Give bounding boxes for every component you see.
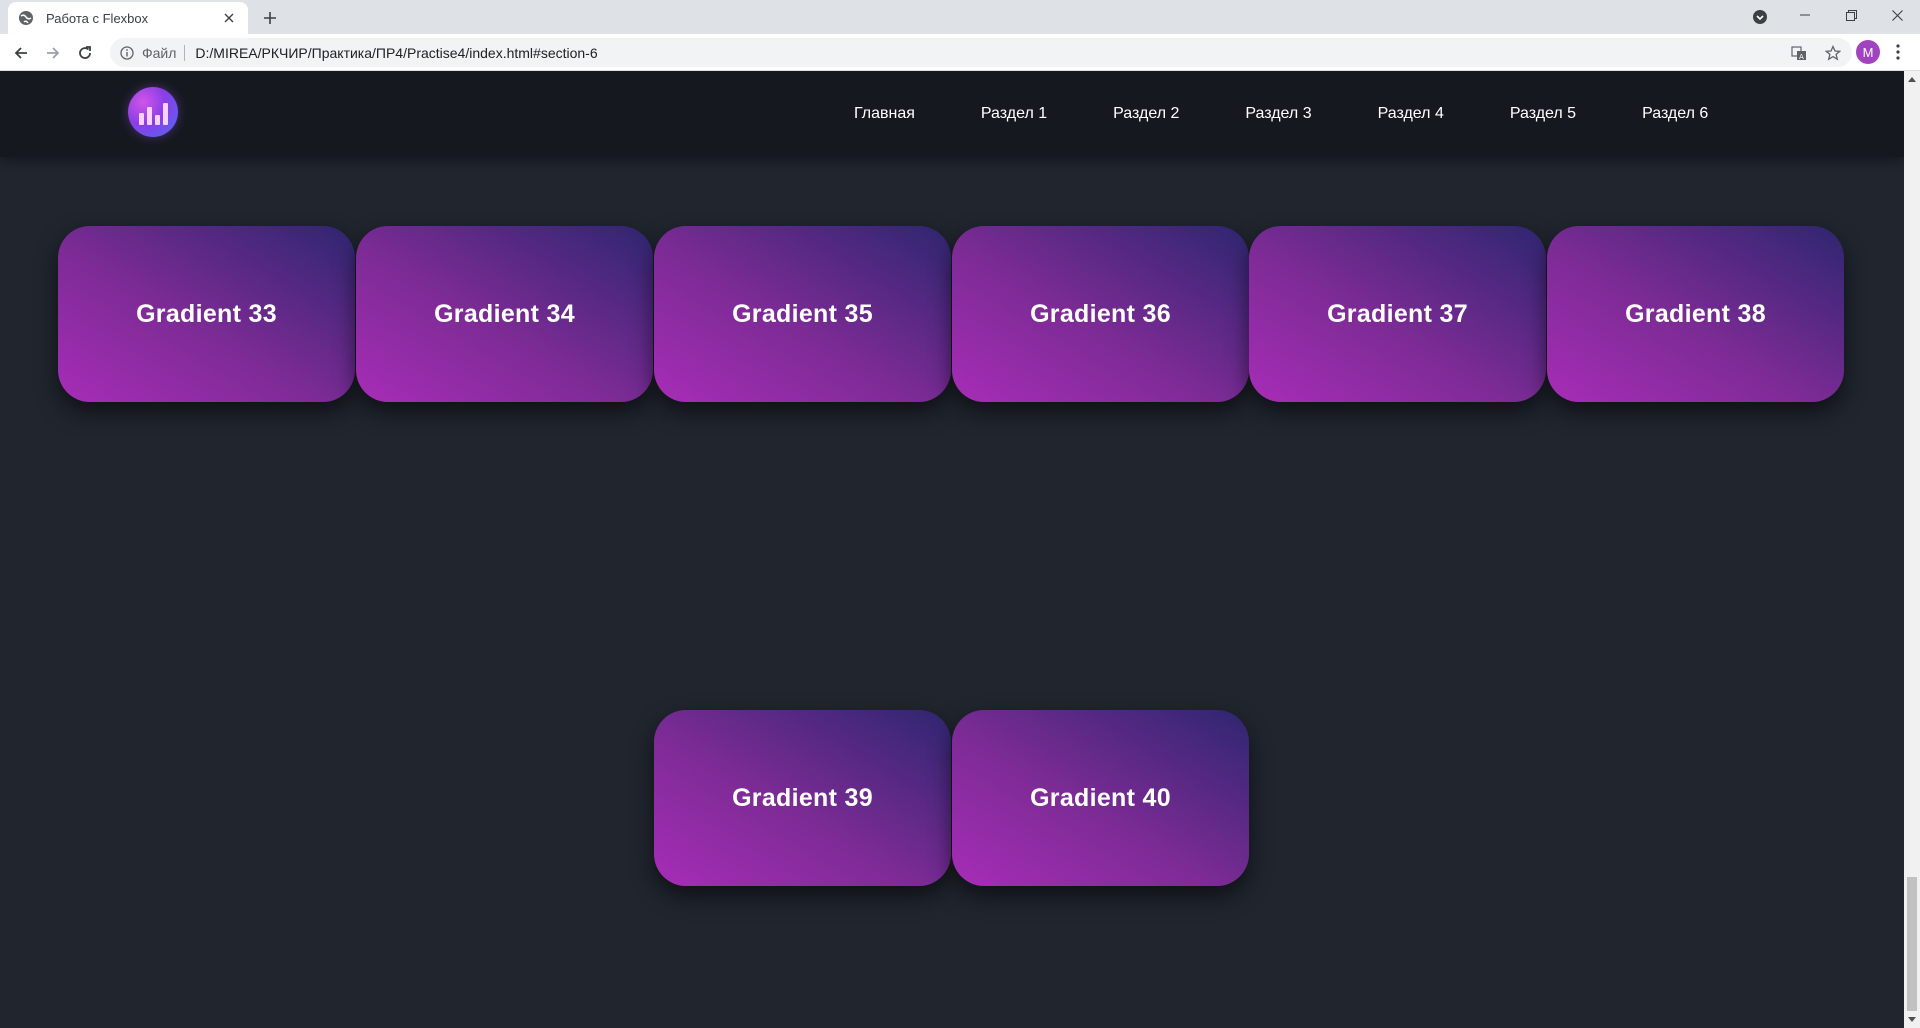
nav-link-section-5[interactable]: Раздел 5 bbox=[1510, 105, 1576, 123]
logo-bar bbox=[154, 115, 160, 125]
browser-tab[interactable]: Работа с Flexbox bbox=[8, 2, 248, 34]
forward-arrow-icon[interactable] bbox=[40, 40, 66, 66]
browser-toolbar: Файл D:/MIREA/РКЧИР/Практика/ПР4/Practis… bbox=[0, 34, 1920, 71]
address-bar[interactable]: Файл D:/MIREA/РКЧИР/Практика/ПР4/Practis… bbox=[110, 38, 1852, 67]
gradient-card: Gradient 38 bbox=[1547, 226, 1844, 402]
bookmark-star-icon[interactable] bbox=[1822, 42, 1844, 64]
logo-bar bbox=[146, 107, 152, 125]
nav-link-section-6[interactable]: Раздел 6 bbox=[1642, 105, 1708, 123]
minimize-icon[interactable] bbox=[1782, 0, 1828, 30]
main-nav: Главная Раздел 1 Раздел 2 Раздел 3 Разде… bbox=[854, 71, 1708, 157]
globe-icon bbox=[18, 10, 34, 26]
translate-icon[interactable]: A bbox=[1788, 42, 1810, 64]
nav-link-section-4[interactable]: Раздел 4 bbox=[1378, 105, 1444, 123]
tab-strip: Работа с Flexbox bbox=[0, 0, 1920, 34]
page-scrollbar[interactable] bbox=[1904, 71, 1920, 1028]
scrollbar-thumb[interactable] bbox=[1907, 877, 1917, 1011]
profile-avatar[interactable]: M bbox=[1856, 40, 1880, 64]
page-viewport: Главная Раздел 1 Раздел 2 Раздел 3 Разде… bbox=[0, 71, 1904, 1028]
gradient-card: Gradient 35 bbox=[654, 226, 951, 402]
scheme-label: Файл bbox=[142, 44, 186, 61]
logo-bar bbox=[138, 113, 144, 125]
site-logo[interactable] bbox=[128, 87, 178, 137]
close-window-icon[interactable] bbox=[1874, 0, 1920, 30]
nav-link-section-2[interactable]: Раздел 2 bbox=[1113, 105, 1179, 123]
gradient-card: Gradient 33 bbox=[58, 226, 355, 402]
tab-title: Работа с Flexbox bbox=[46, 10, 149, 26]
gradient-card: Gradient 37 bbox=[1249, 226, 1546, 402]
reload-icon[interactable] bbox=[72, 40, 98, 66]
url-text[interactable]: D:/MIREA/РКЧИР/Практика/ПР4/Practise4/in… bbox=[195, 45, 597, 61]
close-tab-icon[interactable] bbox=[220, 9, 238, 27]
tab-search-icon[interactable] bbox=[1750, 7, 1770, 27]
gradient-card: Gradient 34 bbox=[356, 226, 653, 402]
new-tab-button[interactable] bbox=[258, 6, 282, 30]
restore-icon[interactable] bbox=[1828, 0, 1874, 30]
nav-link-section-1[interactable]: Раздел 1 bbox=[981, 105, 1047, 123]
gradient-card: Gradient 36 bbox=[952, 226, 1249, 402]
nav-link-home[interactable]: Главная bbox=[854, 105, 915, 123]
more-menu-icon[interactable] bbox=[1886, 40, 1910, 64]
scroll-up-arrow-icon[interactable] bbox=[1904, 71, 1920, 87]
info-icon[interactable] bbox=[118, 44, 136, 62]
nav-link-section-3[interactable]: Раздел 3 bbox=[1245, 105, 1311, 123]
gradient-card: Gradient 40 bbox=[952, 710, 1249, 886]
back-arrow-icon[interactable] bbox=[8, 40, 34, 66]
site-header: Главная Раздел 1 Раздел 2 Раздел 3 Разде… bbox=[0, 71, 1904, 157]
gradient-card: Gradient 39 bbox=[654, 710, 951, 886]
logo-bar bbox=[162, 103, 168, 125]
scroll-down-arrow-icon[interactable] bbox=[1904, 1012, 1920, 1028]
svg-text:A: A bbox=[1799, 53, 1804, 61]
